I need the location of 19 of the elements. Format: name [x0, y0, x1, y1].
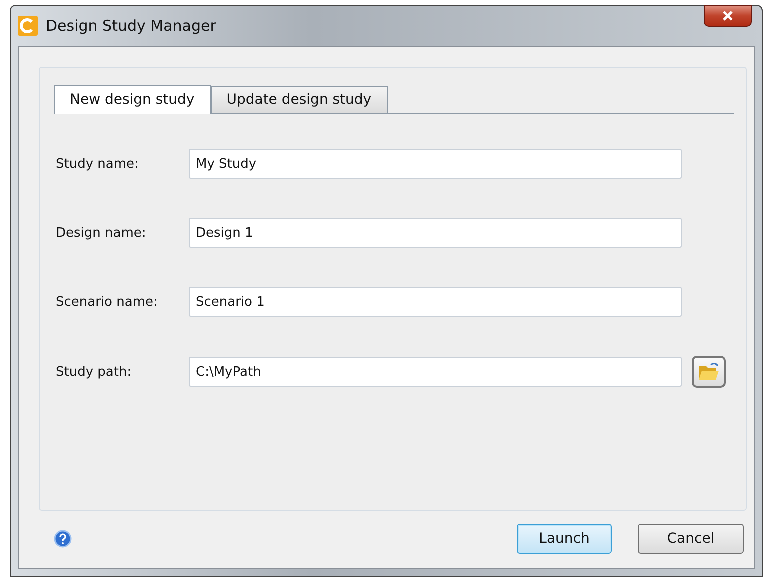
- folder-icon: [698, 362, 720, 382]
- app-logo-icon: [18, 16, 38, 36]
- input-field[interactable]: Scenario 1: [189, 287, 682, 317]
- input-field[interactable]: Design 1: [189, 218, 682, 248]
- browse-button[interactable]: [692, 356, 726, 388]
- close-icon: [722, 10, 734, 22]
- field-label: Study name:: [55, 156, 140, 172]
- window-title: Design Study Manager: [46, 17, 216, 35]
- field-label: Scenario name:: [55, 294, 159, 310]
- tab[interactable]: New design study: [54, 85, 211, 114]
- tab[interactable]: Update design study: [210, 86, 388, 113]
- close-button[interactable]: [704, 5, 752, 27]
- input-field[interactable]: C:\MyPath: [189, 357, 682, 387]
- input-field[interactable]: My Study: [189, 149, 682, 179]
- launch-button[interactable]: Launch: [517, 524, 612, 554]
- field-label: Design name:: [55, 226, 148, 240]
- cancel-button[interactable]: Cancel: [638, 524, 744, 554]
- field-label: Study path:: [55, 364, 133, 380]
- help-icon[interactable]: [54, 530, 72, 548]
